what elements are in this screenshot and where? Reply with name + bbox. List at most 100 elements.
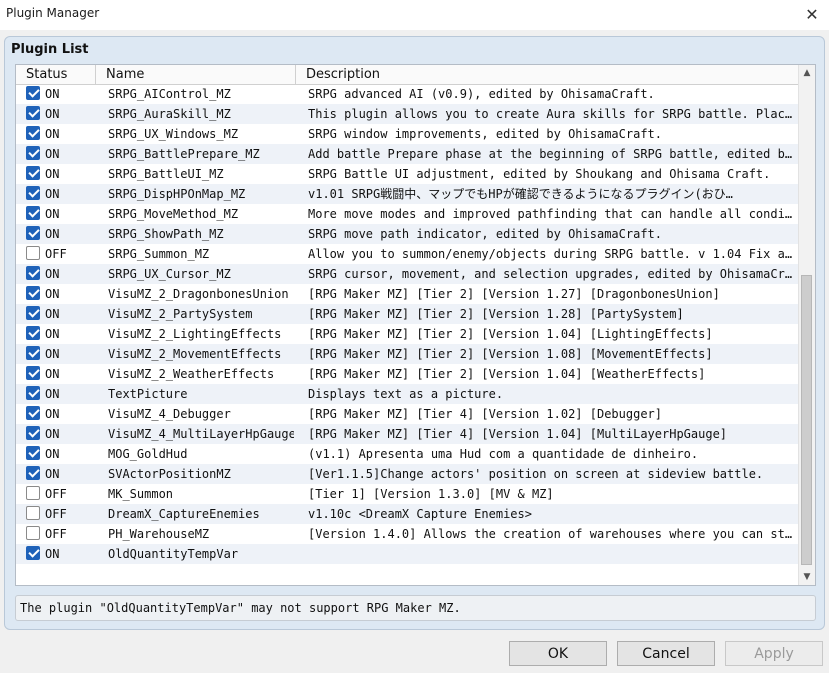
window-title: Plugin Manager — [6, 6, 100, 20]
plugin-description: [RPG Maker MZ] [Tier 2] [Version 1.28] [… — [308, 307, 684, 321]
scrollbar-thumb[interactable] — [801, 275, 812, 565]
plugin-description: SRPG advanced AI (v0.9), edited by Ohisa… — [308, 87, 655, 101]
status-label: ON — [45, 387, 60, 401]
plugin-description: (v1.1) Apresenta uma Hud com a quantidad… — [308, 447, 699, 461]
enable-checkbox[interactable] — [26, 346, 40, 360]
status-label: ON — [45, 127, 60, 141]
table-row[interactable]: ON SRPG_BattleUI_MZ SRPG Battle UI adjustm… — [16, 164, 799, 184]
plugin-name: DreamX_CaptureEnemies — [108, 507, 260, 521]
plugin-description: Add battle Prepare phase at the beginnin… — [308, 147, 797, 161]
table-row[interactable]: ON TextPicture Displays text as a picture. — [16, 384, 799, 404]
table-row[interactable]: ON SRPG_DispHPOnMap_MZ v1.01 SRPG戦闘中、マップでも… — [16, 184, 799, 204]
enable-checkbox[interactable] — [26, 546, 40, 560]
status-label: ON — [45, 447, 60, 461]
scroll-down-button[interactable]: ▼ — [799, 569, 815, 585]
status-label: OFF — [45, 527, 67, 541]
plugin-name: SRPG_ShowPath_MZ — [108, 227, 224, 241]
table-row[interactable]: ON MOG_GoldHud (v1.1) Apresenta uma Hud co… — [16, 444, 799, 464]
table-body: ON SRPG_AIControl_MZ SRPG advanced AI (v0.… — [16, 84, 799, 564]
status-label: OFF — [45, 507, 67, 521]
table-row[interactable]: ON SRPG_AIControl_MZ SRPG advanced AI (v0.… — [16, 84, 799, 104]
status-label: ON — [45, 207, 60, 221]
title-bar: Plugin Manager ✕ — [0, 0, 829, 30]
plugin-name: SRPG_Summon_MZ — [108, 247, 210, 261]
panel-title: Plugin List — [11, 42, 89, 57]
close-button[interactable]: ✕ — [795, 0, 829, 28]
plugin-description: Allow you to summon/enemy/objects during… — [308, 247, 797, 261]
table-row[interactable]: OFF SRPG_Summon_MZ Allow you to summon/ene… — [16, 244, 799, 264]
status-label: ON — [45, 327, 60, 341]
table-row[interactable]: ON SRPG_BattlePrepare_MZ Add battle Prepar… — [16, 144, 799, 164]
status-label: ON — [45, 87, 60, 101]
table-row[interactable]: ON VisuMZ_2_WeatherEffects [RPG Maker MZ] … — [16, 364, 799, 384]
plugin-name: TextPicture — [108, 387, 188, 401]
table-row[interactable]: ON VisuMZ_2_LightingEffects [RPG Maker MZ]… — [16, 324, 799, 344]
enable-checkbox[interactable] — [26, 146, 40, 160]
enable-checkbox[interactable] — [26, 486, 40, 500]
plugin-name: VisuMZ_4_Debugger — [108, 407, 231, 421]
enable-checkbox[interactable] — [26, 186, 40, 200]
table-row[interactable]: ON VisuMZ_2_PartySystem [RPG Maker MZ] [Ti… — [16, 304, 799, 324]
plugin-description: SRPG move path indicator, edited by Ohis… — [308, 227, 663, 241]
status-label: ON — [45, 427, 60, 441]
status-label: ON — [45, 147, 60, 161]
enable-checkbox[interactable] — [26, 86, 40, 100]
table-row[interactable]: ON VisuMZ_2_DragonbonesUnion [RPG Maker MZ… — [16, 284, 799, 304]
table-row[interactable]: ON VisuMZ_4_MultiLayerHpGauge [RPG Maker M… — [16, 424, 799, 444]
enable-checkbox[interactable] — [26, 106, 40, 120]
enable-checkbox[interactable] — [26, 306, 40, 320]
enable-checkbox[interactable] — [26, 426, 40, 440]
column-header-description[interactable]: Description — [296, 65, 799, 84]
table-row[interactable]: ON SVActorPositionMZ [Ver1.1.5]Change acto… — [16, 464, 799, 484]
enable-checkbox[interactable] — [26, 446, 40, 460]
column-header-name[interactable]: Name — [96, 65, 296, 84]
status-label: ON — [45, 227, 60, 241]
table-row[interactable]: ON SRPG_ShowPath_MZ SRPG move path indicat… — [16, 224, 799, 244]
enable-checkbox[interactable] — [26, 166, 40, 180]
enable-checkbox[interactable] — [26, 126, 40, 140]
enable-checkbox[interactable] — [26, 206, 40, 220]
status-label: OFF — [45, 247, 67, 261]
plugin-name: SRPG_DispHPOnMap_MZ — [108, 187, 246, 201]
table-row[interactable]: ON SRPG_AuraSkill_MZ This plugin allows yo… — [16, 104, 799, 124]
enable-checkbox[interactable] — [26, 366, 40, 380]
table-row[interactable]: OFF PH_WarehouseMZ [Version 1.4.0] Allows … — [16, 524, 799, 544]
scroll-up-button[interactable]: ▲ — [799, 65, 815, 81]
plugin-name: SRPG_UX_Cursor_MZ — [108, 267, 231, 281]
table-row[interactable]: ON SRPG_UX_Windows_MZ SRPG window improvem… — [16, 124, 799, 144]
enable-checkbox[interactable] — [26, 406, 40, 420]
arrow-down-icon: ▼ — [803, 572, 811, 582]
status-label: ON — [45, 367, 60, 381]
enable-checkbox[interactable] — [26, 526, 40, 540]
status-label: ON — [45, 107, 60, 121]
table-row[interactable]: ON SRPG_UX_Cursor_MZ SRPG cursor, movement… — [16, 264, 799, 284]
enable-checkbox[interactable] — [26, 466, 40, 480]
enable-checkbox[interactable] — [26, 386, 40, 400]
table-row[interactable]: OFF MK_Summon [Tier 1] [Version 1.3.0] [MV… — [16, 484, 799, 504]
plugin-name: PH_WarehouseMZ — [108, 527, 210, 541]
table-row[interactable]: ON VisuMZ_2_MovementEffects [RPG Maker MZ]… — [16, 344, 799, 364]
column-header-status[interactable]: Status — [16, 65, 96, 84]
plugin-description: v1.10c <DreamX Capture Enemies> — [308, 507, 532, 521]
plugin-description: More move modes and improved pathfinding… — [308, 207, 797, 221]
enable-checkbox[interactable] — [26, 286, 40, 300]
table-row[interactable]: ON SRPG_MoveMethod_MZ More move modes and … — [16, 204, 799, 224]
table-header: Status Name Description — [16, 65, 799, 85]
status-label: ON — [45, 167, 60, 181]
cancel-button[interactable]: Cancel — [617, 641, 715, 666]
enable-checkbox[interactable] — [26, 246, 40, 260]
plugin-table: Status Name Description ON SRPG_AIControl… — [15, 64, 816, 586]
enable-checkbox[interactable] — [26, 506, 40, 520]
table-row[interactable]: OFF DreamX_CaptureEnemies v1.10c <DreamX C… — [16, 504, 799, 524]
plugin-name: MK_Summon — [108, 487, 174, 501]
apply-button[interactable]: Apply — [725, 641, 823, 666]
enable-checkbox[interactable] — [26, 326, 40, 340]
enable-checkbox[interactable] — [26, 266, 40, 280]
enable-checkbox[interactable] — [26, 226, 40, 240]
status-label: ON — [45, 347, 60, 361]
ok-button[interactable]: OK — [509, 641, 607, 666]
plugin-name: VisuMZ_2_MovementEffects — [108, 347, 282, 361]
table-row[interactable]: ON OldQuantityTempVar — [16, 544, 799, 564]
table-row[interactable]: ON VisuMZ_4_Debugger [RPG Maker MZ] [Tier … — [16, 404, 799, 424]
vertical-scrollbar[interactable]: ▲ ▼ — [798, 65, 815, 585]
